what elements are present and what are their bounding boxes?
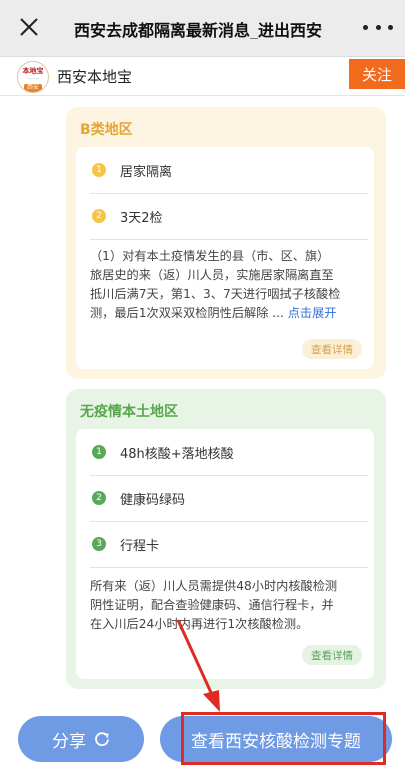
logo-text-bottom: 西安	[24, 84, 42, 92]
share-label: 分享	[52, 731, 86, 752]
list-item-label: 行程卡	[120, 538, 160, 554]
logo-divider: ··········	[26, 76, 40, 81]
page-title: 西安去成都隔离最新消息_进出西安	[74, 21, 323, 39]
account-logo[interactable]: 本地宝 ·········· 西安	[17, 61, 49, 93]
paragraph-line: 测，最后1次双采双检阴性后解除 ... 点击展开	[90, 304, 374, 323]
account-name[interactable]: 西安本地宝	[57, 66, 132, 87]
region-b-description: （1）对有本土疫情发生的县（市、区、旗） 旅居史的来（返）川人员，实施居家隔离直…	[90, 247, 374, 323]
region-none-title: 无疫情本土地区	[80, 404, 178, 420]
account-bar: 本地宝 ·········· 西安 西安本地宝 关注	[0, 57, 405, 96]
region-none-card: 1 48h核酸+落地核酸 2 健康码绿码 3 行程卡 所有来（返）川人员需提供4…	[76, 429, 374, 679]
view-topic-button[interactable]: 查看西安核酸检测专题	[160, 716, 392, 762]
list-item-label: 健康码绿码	[120, 492, 186, 508]
paragraph-line: 旅居史的来（返）川人员，实施居家隔离直至	[90, 268, 334, 282]
refresh-share-icon	[95, 732, 109, 747]
region-none-description: 所有来（返）川人员需提供48小时内核酸检测 阴性证明，配合查验健康码、通信行程卡…	[90, 577, 374, 634]
list-item: 2 3天2检	[90, 193, 368, 240]
step-number-badge: 1	[92, 163, 106, 177]
region-b-panel: B类地区 1 居家隔离 2 3天2检 （1）对有本土疫情发生的县（市、区、旗） …	[66, 107, 386, 379]
close-icon[interactable]	[18, 16, 40, 38]
follow-button[interactable]: 关注	[349, 59, 405, 89]
step-number-badge: 3	[92, 537, 106, 551]
paragraph-text: 测，最后1次双采双检阴性后解除 ...	[90, 306, 288, 320]
bottom-bar: 分享 查看西安核酸检测专题	[0, 707, 405, 767]
region-b-card: 1 居家隔离 2 3天2检 （1）对有本土疫情发生的县（市、区、旗） 旅居史的来…	[76, 147, 374, 369]
more-dots-icon[interactable]	[363, 16, 393, 38]
list-item: 2 健康码绿码	[90, 475, 368, 522]
paragraph-line: 抵川后满7天，第1、3、7天进行咽拭子核酸检	[90, 287, 341, 301]
expand-link[interactable]: 点击展开	[288, 306, 337, 320]
list-item-label: 3天2检	[120, 210, 163, 226]
paragraph-line: 在入川后24小时内再进行1次核酸检测。	[90, 617, 309, 631]
region-none-panel: 无疫情本土地区 1 48h核酸+落地核酸 2 健康码绿码 3 行程卡 所有来（返…	[66, 389, 386, 689]
step-number-badge: 2	[92, 209, 106, 223]
region-b-title: B类地区	[80, 122, 133, 138]
logo-text-top: 本地宝	[22, 67, 44, 75]
step-number-badge: 2	[92, 491, 106, 505]
paragraph-line: 阴性证明，配合查验健康码、通信行程卡，并	[90, 598, 334, 612]
list-item: 1 48h核酸+落地核酸	[90, 429, 368, 476]
top-bar: 西安去成都隔离最新消息_进出西安	[0, 0, 405, 57]
list-item-label: 48h核酸+落地核酸	[120, 446, 234, 462]
view-detail-button[interactable]: 查看详情	[302, 645, 362, 665]
content-area: B类地区 1 居家隔离 2 3天2检 （1）对有本土疫情发生的县（市、区、旗） …	[0, 96, 405, 707]
paragraph-line: （1）对有本土疫情发生的县（市、区、旗）	[90, 249, 330, 263]
step-number-badge: 1	[92, 445, 106, 459]
view-detail-button[interactable]: 查看详情	[302, 339, 362, 359]
list-item-label: 居家隔离	[120, 164, 173, 180]
share-button[interactable]: 分享	[18, 716, 144, 762]
paragraph-line: 所有来（返）川人员需提供48小时内核酸检测	[90, 579, 338, 593]
list-item: 1 居家隔离	[90, 147, 368, 194]
list-item: 3 行程卡	[90, 521, 368, 568]
